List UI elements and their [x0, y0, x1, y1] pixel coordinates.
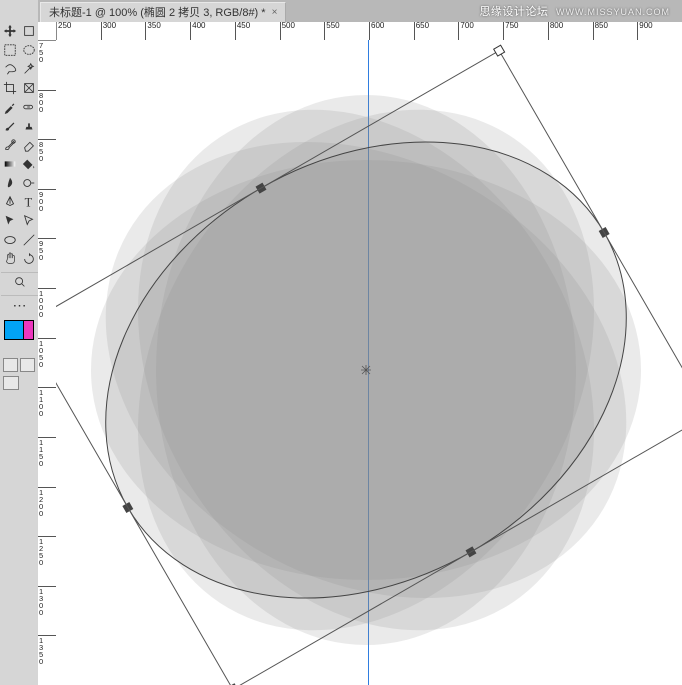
line-tool[interactable] [20, 231, 38, 249]
ruler-tick: 450 [235, 22, 250, 40]
edit-toolbar[interactable]: ⋯ [1, 295, 38, 314]
frame-tool[interactable] [20, 79, 38, 97]
ruler-tick: 1100 [38, 387, 56, 398]
transform-center-icon[interactable] [361, 365, 371, 375]
ruler-tick: 800 [548, 22, 563, 40]
ruler-tick: 600 [369, 22, 384, 40]
spot-heal-tool[interactable] [20, 98, 38, 116]
watermark-main: 思缘设计论坛 [479, 6, 548, 18]
screen-mode-button[interactable] [3, 376, 19, 390]
ruler-tick: 1300 [38, 586, 56, 597]
svg-text:T: T [25, 195, 33, 209]
tool-grid: T ⋯ [1, 22, 37, 314]
ruler-tick: 250 [56, 22, 71, 40]
move-tool[interactable] [1, 22, 19, 40]
rotate-view-tool[interactable] [20, 250, 38, 268]
standard-mode-button[interactable] [3, 358, 18, 372]
canvas-artwork [56, 40, 682, 685]
ellipse-marquee-tool[interactable] [20, 41, 38, 59]
eyedropper-tool[interactable] [1, 98, 19, 116]
ruler-horizontal[interactable]: 250 300 350 400 450 500 550 600 650 700 750 800 850 9… [38, 22, 682, 41]
paint-bucket-tool[interactable] [20, 155, 38, 173]
ruler-tick: 1350 [38, 635, 56, 646]
document-tab-bar: 未标题-1 @ 100% (椭圆 2 拷贝 3, RGB/8#) * × 思缘设… [38, 0, 682, 23]
gradient-tool[interactable] [1, 155, 19, 173]
zoom-tool[interactable] [1, 272, 38, 291]
quickmask-mode-button[interactable] [20, 358, 35, 372]
ruler-tick: 950 [38, 238, 56, 249]
artboard-tool[interactable] [20, 22, 38, 40]
ruler-tick: 550 [324, 22, 339, 40]
rect-marquee-tool[interactable] [1, 41, 19, 59]
history-brush-tool[interactable] [1, 136, 19, 154]
blur-tool[interactable] [1, 174, 19, 192]
hand-tool[interactable] [1, 250, 19, 268]
screen-mode-buttons-2 [3, 376, 35, 390]
ruler-vertical[interactable]: 750 800 850 900 950 1000 1050 1100 1150 1200 1250 1… [38, 40, 57, 685]
ruler-tick: 1250 [38, 536, 56, 547]
photoshop-window: T ⋯ 未标题-1 @ 100% (椭圆 2 拷贝 3, RGB/8#) * × [0, 0, 682, 685]
close-tab-icon[interactable]: × [272, 3, 278, 23]
ruler-tick: 750 [38, 40, 56, 51]
watermark-sub: WWW.MISSYUAN.COM [556, 7, 670, 17]
ruler-tick: 1150 [38, 437, 56, 448]
ruler-tick: 350 [145, 22, 160, 40]
ruler-origin[interactable] [38, 22, 57, 41]
canvas[interactable] [56, 40, 682, 685]
ruler-tick: 1200 [38, 487, 56, 498]
pen-tool[interactable] [1, 193, 19, 211]
screen-mode-buttons [3, 358, 35, 372]
ruler-tick: 400 [190, 22, 205, 40]
path-select-tool[interactable] [1, 212, 19, 230]
ellipse-shape-tool[interactable] [1, 231, 19, 249]
crop-tool[interactable] [1, 79, 19, 97]
magic-wand-tool[interactable] [20, 60, 38, 78]
foreground-color-swatch[interactable] [4, 320, 24, 340]
ruler-tick: 300 [101, 22, 116, 40]
brush-tool[interactable] [1, 117, 19, 135]
ruler-tick: 800 [38, 90, 56, 101]
direct-select-tool[interactable] [20, 212, 38, 230]
ruler-tick: 750 [503, 22, 518, 40]
ruler-tick: 650 [414, 22, 429, 40]
color-swatches[interactable] [4, 320, 34, 350]
ruler-tick: 850 [593, 22, 608, 40]
clone-stamp-tool[interactable] [20, 117, 38, 135]
dodge-tool[interactable] [20, 174, 38, 192]
ruler-tick: 900 [38, 189, 56, 200]
toolbox: T ⋯ [0, 0, 39, 685]
ruler-tick: 700 [458, 22, 473, 40]
ruler-tick: 1000 [38, 288, 56, 299]
eraser-tool[interactable] [20, 136, 38, 154]
type-tool[interactable]: T [20, 193, 38, 211]
ruler-tick: 850 [38, 139, 56, 150]
lasso-tool[interactable] [1, 60, 19, 78]
ruler-tick: 900 [637, 22, 652, 40]
document-tab-title: 未标题-1 @ 100% (椭圆 2 拷贝 3, RGB/8#) * [49, 3, 266, 23]
watermark: 思缘设计论坛 WWW.MISSYUAN.COM [479, 3, 670, 19]
ruler-tick: 500 [280, 22, 295, 40]
ruler-tick: 1050 [38, 338, 56, 349]
document-tab[interactable]: 未标题-1 @ 100% (椭圆 2 拷贝 3, RGB/8#) * × [40, 2, 286, 23]
